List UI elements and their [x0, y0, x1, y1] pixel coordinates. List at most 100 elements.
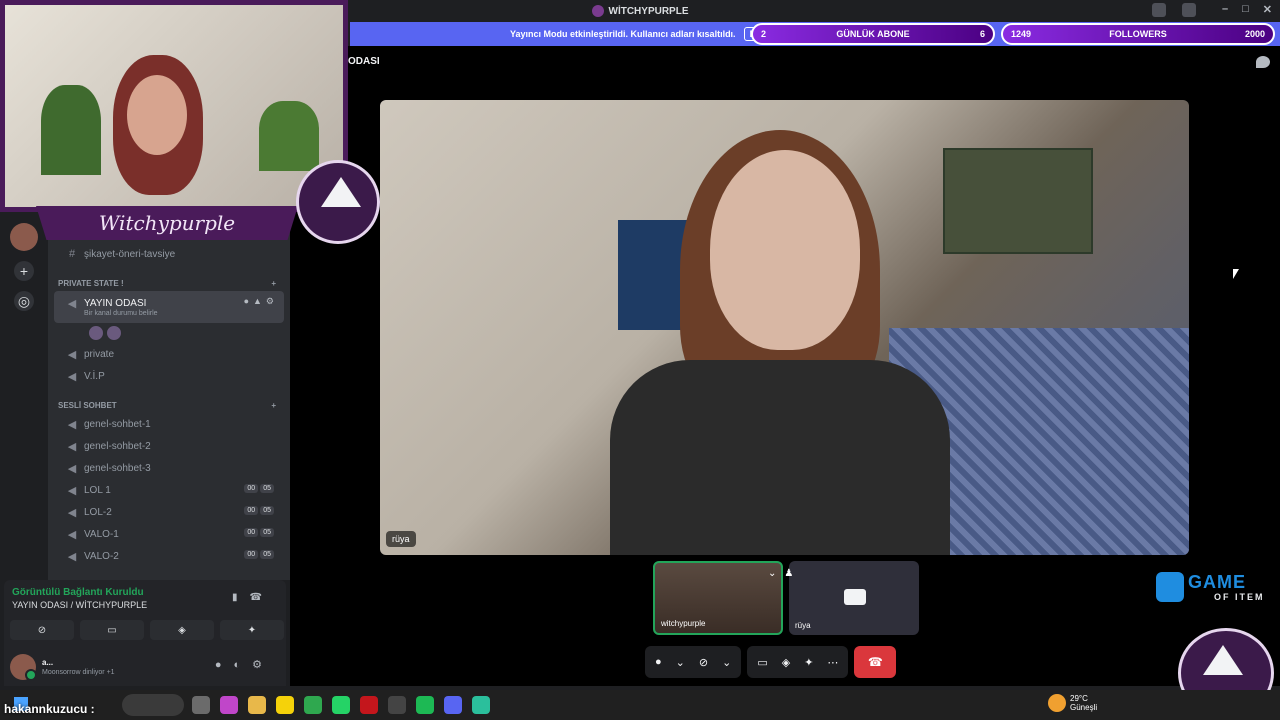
xbox-icon[interactable]: [304, 696, 322, 714]
voice-panel-actions: ▮☎: [232, 592, 274, 603]
thumbnail-self[interactable]: witchypurple: [653, 561, 783, 635]
user-limit-badges: 00 05: [244, 550, 274, 559]
webcam-face: [127, 75, 187, 155]
video-participant: [590, 130, 950, 555]
settings-icon[interactable]: ⚙: [252, 659, 274, 671]
weather-widget[interactable]: 29°C Güneşli: [1048, 694, 1097, 712]
copilot-icon[interactable]: [220, 696, 238, 714]
inbox-icon[interactable]: [1152, 3, 1166, 17]
avatar[interactable]: [106, 325, 122, 341]
user-meta[interactable]: a... Moonsorrow dinliyor +1: [42, 658, 115, 676]
sponsor-logo: GAME OF ITEM: [1156, 572, 1276, 604]
discord-icon[interactable]: [444, 696, 462, 714]
sponsor-logo-line2: OF ITEM: [1214, 592, 1265, 602]
soundboard-icon[interactable]: ✦: [804, 656, 813, 669]
camera-toggle-button[interactable]: ⊘: [10, 620, 74, 640]
disconnect-icon[interactable]: ☎: [250, 592, 274, 603]
media-controls: ● ⌄ ⊘ ⌄: [645, 646, 742, 678]
speaker-icon: ◀: [67, 462, 77, 475]
voice-channel[interactable]: ◀ genel-sohbet-1: [54, 413, 284, 435]
speaker-icon: ◀: [67, 348, 77, 361]
help-icon[interactable]: [1182, 3, 1196, 17]
category-private-state[interactable]: PRIVATE STATE ! +: [48, 275, 290, 291]
add-person-icon[interactable]: ♟: [784, 568, 801, 579]
voice-channel[interactable]: ◀ VALO-2 00 05: [54, 545, 284, 567]
user-controls: ●◐⚙: [215, 658, 274, 671]
sun-icon: [1048, 694, 1066, 712]
user-limit-badges: 00 05: [244, 528, 274, 537]
task-view-icon[interactable]: [192, 696, 210, 714]
chevron-down-icon[interactable]: ⌄: [676, 656, 685, 669]
headphones-icon[interactable]: ◐: [233, 659, 252, 671]
chevron-down-icon[interactable]: ⌄: [768, 568, 784, 579]
channel-name: V.İ.P: [84, 370, 105, 382]
video-painting: [943, 148, 1093, 254]
app-icon[interactable]: [360, 696, 378, 714]
channel-name: LOL-2: [84, 506, 112, 518]
main-video-tile[interactable]: rüya: [380, 100, 1189, 555]
avatar[interactable]: [88, 325, 104, 341]
noise-suppression-icon[interactable]: ▮: [232, 592, 250, 603]
goal-label: GÜNLÜK ABONE: [836, 29, 910, 39]
streamer-name-banner: Witchypurple: [36, 206, 298, 240]
screen-share-icon[interactable]: ▭: [757, 656, 767, 669]
speaker-icon: ◀: [67, 440, 77, 453]
speaker-icon: ◀: [67, 484, 77, 497]
thumbnail-label: rüya: [795, 621, 811, 630]
activity-button[interactable]: ◈: [150, 620, 214, 640]
maximize-button[interactable]: □: [1242, 3, 1249, 16]
microphone-icon[interactable]: ●: [215, 659, 234, 671]
voice-channel[interactable]: ◀ genel-sohbet-2: [54, 435, 284, 457]
chevron-down-icon[interactable]: ⌄: [722, 656, 731, 669]
avatar[interactable]: [10, 654, 37, 681]
voice-channel[interactable]: ◀ LOL 1 00 05: [54, 479, 284, 501]
voice-channel[interactable]: ◀ V.İ.P: [54, 365, 284, 387]
app-icon[interactable]: [388, 696, 406, 714]
more-icon[interactable]: ⋯: [827, 656, 838, 669]
whatsapp-icon[interactable]: [332, 696, 350, 714]
camera-off-icon[interactable]: ⊘: [699, 656, 708, 669]
add-channel-icon[interactable]: +: [271, 401, 276, 410]
file-explorer-icon[interactable]: [248, 696, 266, 714]
channel-name: VALO-1: [84, 528, 119, 540]
speaker-icon: ◀: [67, 370, 77, 383]
close-button[interactable]: ✕: [1263, 3, 1272, 16]
voice-channel[interactable]: ◀ LOL-2 00 05: [54, 501, 284, 523]
voice-channel-active[interactable]: ◀ YAYIN ODASI Bir kanal durumu belirle ●…: [54, 291, 284, 323]
soundboard-button[interactable]: ✦: [220, 620, 284, 640]
channel-name: LOL 1: [84, 484, 111, 496]
text-channel[interactable]: # şikayet-öneri-tavsiye: [54, 243, 284, 265]
explore-icon[interactable]: ◎: [14, 291, 34, 311]
spotify-icon[interactable]: [416, 696, 434, 714]
sticky-notes-icon[interactable]: [276, 696, 294, 714]
end-call-button[interactable]: ☎: [854, 646, 897, 678]
taskbar-search[interactable]: [122, 694, 184, 716]
video-call-area: ODASI rüya witchypurple rüya ⌄♟ ● ⌄ ⊘ ⌄: [290, 46, 1280, 686]
microphone-icon[interactable]: ●: [655, 656, 662, 668]
screen-share-button[interactable]: ▭: [80, 620, 144, 640]
notice-message: Yayıncı Modu etkinleştirildi. Kullanıcı …: [510, 29, 736, 39]
voice-channel[interactable]: ◀ genel-sohbet-3: [54, 457, 284, 479]
channel-actions[interactable]: ●▲⚙: [244, 296, 278, 307]
camera-off-icon: [844, 589, 866, 605]
user-count: 00: [244, 550, 259, 559]
goal-target: 6: [979, 29, 985, 39]
channel-sidebar: # şikayet-öneri-tavsiye PRIVATE STATE ! …: [48, 215, 290, 580]
channel-name: genel-sohbet-2: [84, 440, 151, 452]
category-sesli-sohbet[interactable]: SESLİ SOHBET +: [48, 397, 290, 413]
activity-icon[interactable]: ◈: [782, 656, 790, 669]
temperature: 29°C: [1070, 694, 1088, 703]
voice-channel[interactable]: ◀ private: [54, 343, 284, 365]
app-icon[interactable]: [472, 696, 490, 714]
voice-channel[interactable]: ◀ VALO-1 00 05: [54, 523, 284, 545]
speaker-icon: ◀: [67, 418, 77, 431]
sponsor-logo-icon: [1156, 572, 1184, 602]
speaker-icon: ◀: [67, 528, 77, 541]
goal-current: 1249: [1011, 29, 1032, 39]
add-server-icon[interactable]: +: [14, 261, 34, 281]
add-channel-icon[interactable]: +: [271, 279, 276, 288]
thumbnail-participant[interactable]: rüya: [789, 561, 919, 635]
minimize-button[interactable]: –: [1222, 3, 1228, 16]
chat-icon[interactable]: [1256, 56, 1270, 68]
taskbar-apps: [192, 696, 490, 714]
